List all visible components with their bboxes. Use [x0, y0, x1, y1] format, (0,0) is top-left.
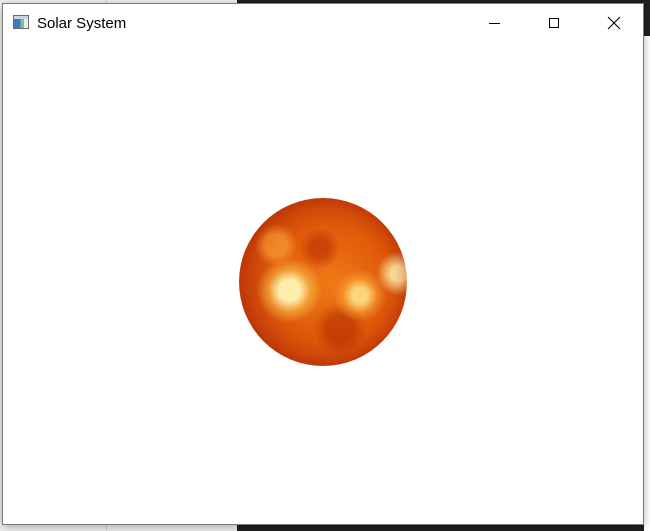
close-button[interactable]	[591, 4, 637, 42]
application-window-icon[interactable]	[13, 15, 29, 29]
app-window: Solar System	[3, 4, 643, 524]
sun-sphere	[239, 198, 407, 366]
window-title: Solar System	[37, 15, 127, 32]
minimize-button[interactable]	[471, 4, 517, 42]
close-icon	[607, 16, 621, 30]
desktop-right-panel	[644, 36, 650, 531]
title-bar[interactable]: Solar System	[3, 4, 643, 42]
maximize-button[interactable]	[531, 4, 577, 42]
render-viewport[interactable]	[3, 42, 643, 524]
maximize-icon	[549, 18, 559, 28]
minimize-icon	[488, 22, 500, 24]
